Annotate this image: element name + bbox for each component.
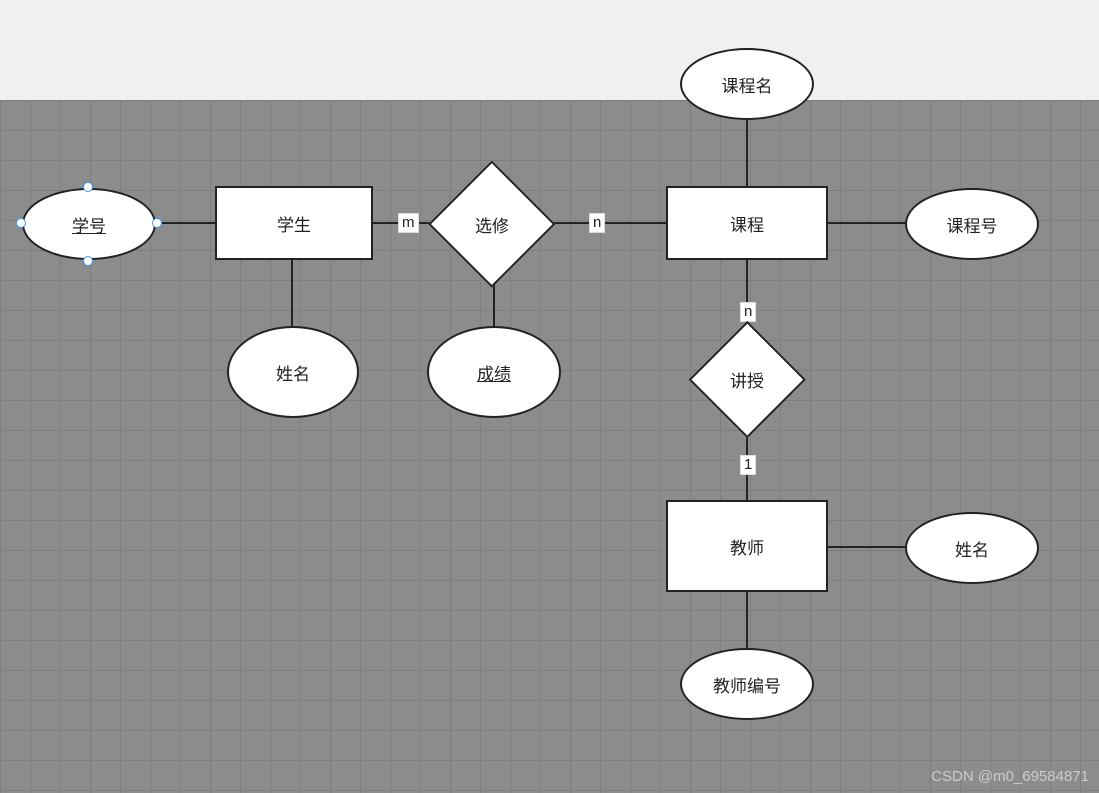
rel-elective[interactable]: 选修 [428, 160, 556, 288]
attr-student-id[interactable]: 学号 [22, 188, 156, 260]
selection-handle-right[interactable] [152, 218, 162, 228]
cardinality-n-elective: n [589, 213, 605, 233]
entity-student-label: 学生 [277, 211, 311, 236]
cardinality-n-teach: n [740, 302, 756, 322]
rel-teach[interactable]: 讲授 [688, 320, 806, 438]
diagram-canvas[interactable]: m n n 1 学号 姓名 成绩 课程名 课程号 姓名 教师编号 学生 课程 教… [0, 100, 1099, 793]
attr-student-name-label: 姓名 [276, 360, 310, 385]
selection-handle-top[interactable] [83, 182, 93, 192]
attr-teacher-id[interactable]: 教师编号 [680, 648, 814, 720]
watermark: CSDN @m0_69584871 [931, 768, 1089, 785]
attr-score-label: 成绩 [477, 360, 511, 385]
cardinality-1: 1 [740, 455, 756, 475]
attr-course-id[interactable]: 课程号 [905, 188, 1039, 260]
attr-teacher-id-label: 教师编号 [713, 672, 781, 697]
selection-handle-bottom[interactable] [83, 256, 93, 266]
attr-teacher-name[interactable]: 姓名 [905, 512, 1039, 584]
attr-course-name-label: 课程名 [722, 72, 773, 97]
entity-teacher-label: 教师 [730, 534, 764, 559]
edge-studentid-student [157, 222, 217, 224]
attr-student-id-label: 学号 [72, 212, 106, 237]
attr-course-name[interactable]: 课程名 [680, 48, 814, 120]
edge-student-studentname [291, 258, 293, 328]
attr-student-name[interactable]: 姓名 [227, 326, 359, 418]
edge-course-coursename [746, 120, 748, 188]
rel-teach-label: 讲授 [730, 367, 764, 392]
edge-course-courseid [827, 222, 907, 224]
rel-elective-label: 选修 [475, 212, 509, 237]
attr-teacher-name-label: 姓名 [955, 536, 989, 561]
cardinality-m: m [398, 213, 419, 233]
attr-course-id-label: 课程号 [947, 212, 998, 237]
edge-teacher-teachername [827, 546, 905, 548]
selection-handle-left[interactable] [16, 218, 26, 228]
entity-course[interactable]: 课程 [666, 186, 828, 260]
entity-course-label: 课程 [730, 211, 764, 236]
edge-teacher-teacherid [746, 590, 748, 650]
attr-score[interactable]: 成绩 [427, 326, 561, 418]
entity-teacher[interactable]: 教师 [666, 500, 828, 592]
entity-student[interactable]: 学生 [215, 186, 373, 260]
edge-elective-course [547, 222, 677, 224]
